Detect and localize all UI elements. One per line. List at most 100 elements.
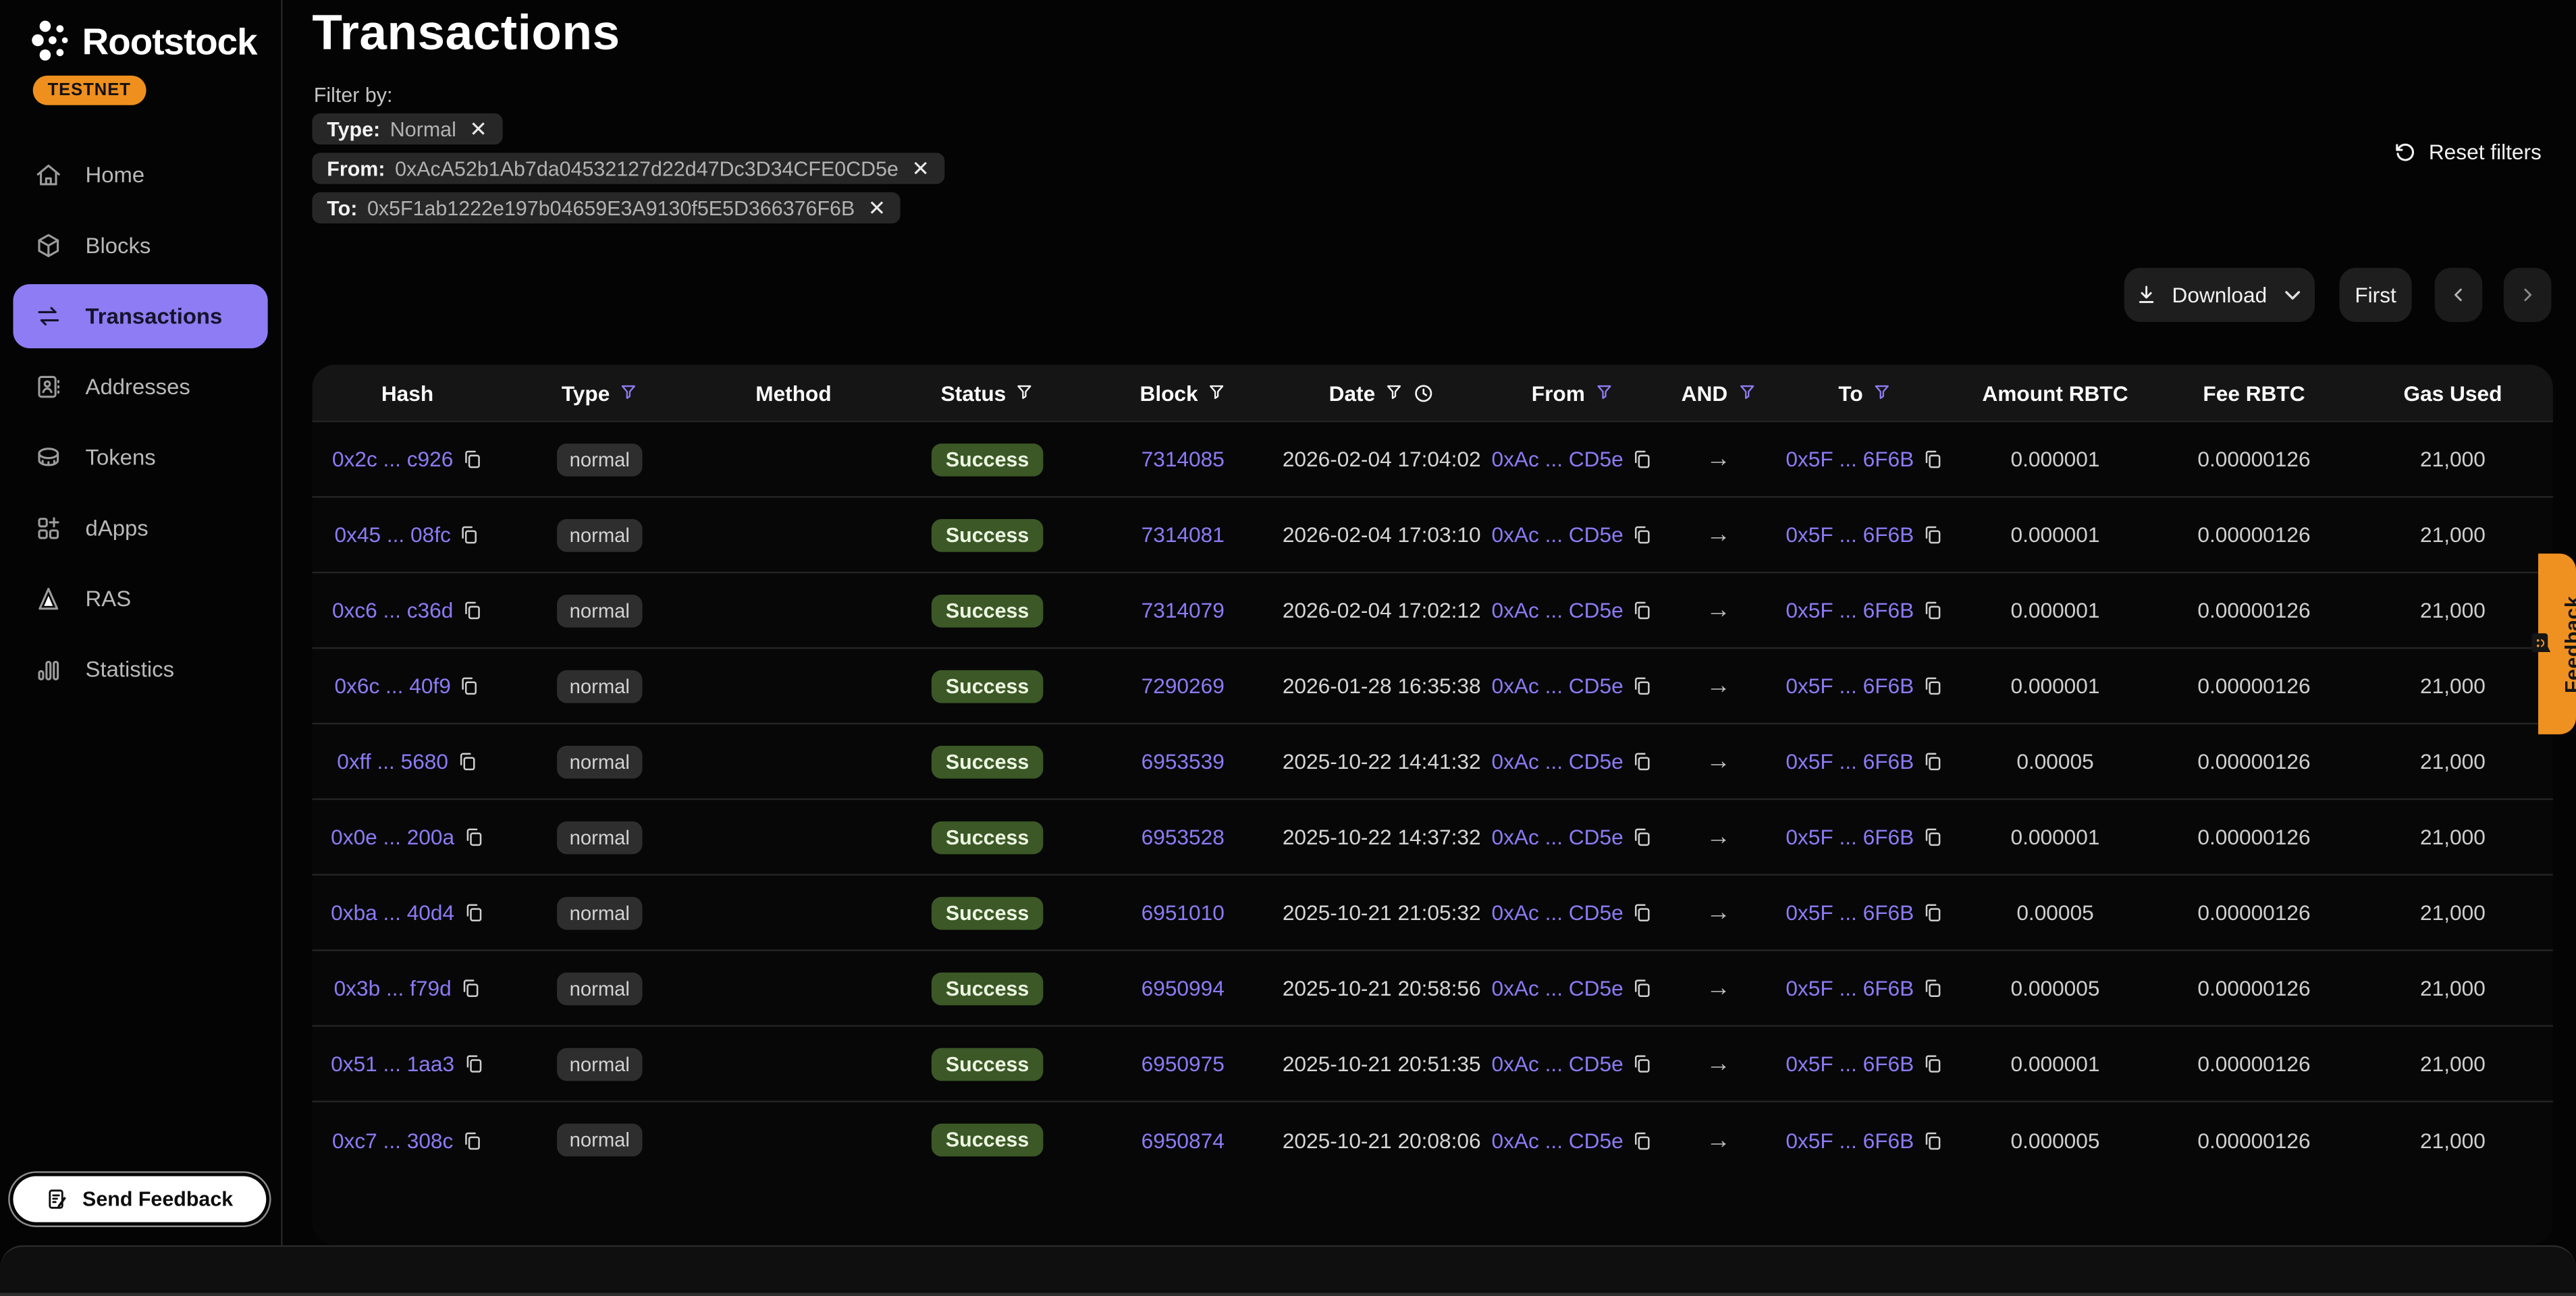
sidebar-item-transactions[interactable]: Transactions [13,284,267,348]
copy-icon[interactable] [1632,1053,1653,1075]
block-link[interactable]: 6950975 [1142,1052,1225,1077]
copy-icon[interactable] [459,675,481,697]
to-link[interactable]: 0x5F ... 6F6B [1786,447,1914,472]
copy-icon[interactable] [1922,448,1943,470]
copy-icon[interactable] [1632,448,1653,470]
sidebar-item-dapps[interactable]: dApps [13,496,267,560]
hash-link[interactable]: 0x6c ... 40f9 [334,674,450,699]
hash-link[interactable]: 0xba ... 40d4 [331,900,454,925]
filter-icon[interactable] [1873,383,1891,402]
to-link[interactable]: 0x5F ... 6F6B [1786,1128,1914,1153]
copy-icon[interactable] [1922,599,1943,621]
copy-icon[interactable] [1922,977,1943,999]
block-link[interactable]: 7314085 [1142,447,1225,472]
remove-filter-icon[interactable]: ✕ [911,158,930,180]
copy-icon[interactable] [456,751,478,772]
sidebar-item-ras[interactable]: RAS [13,567,267,631]
from-link[interactable]: 0xAc ... CD5e [1492,598,1624,623]
copy-icon[interactable] [1632,675,1653,697]
hash-link[interactable]: 0x3b ... f79d [334,976,452,1001]
feedback-tab[interactable]: Feedback [2538,554,2576,734]
to-link[interactable]: 0x5F ... 6F6B [1786,825,1914,850]
sidebar-item-statistics[interactable]: Statistics [13,637,267,701]
from-link[interactable]: 0xAc ... CD5e [1492,900,1624,925]
to-link[interactable]: 0x5F ... 6F6B [1786,749,1914,774]
block-link[interactable]: 6953539 [1142,749,1225,774]
sidebar-item-addresses[interactable]: Addresses [13,355,267,419]
from-link[interactable]: 0xAc ... CD5e [1492,976,1624,1001]
copy-icon[interactable] [1922,524,1943,545]
from-link[interactable]: 0xAc ... CD5e [1492,749,1624,774]
filter-icon[interactable] [1016,383,1034,402]
copy-icon[interactable] [1922,826,1943,848]
previous-page-button[interactable] [2435,268,2483,322]
hash-link[interactable]: 0x2c ... c926 [332,447,453,472]
sidebar-item-blocks[interactable]: Blocks [13,213,267,277]
copy-icon[interactable] [1632,902,1653,923]
block-link[interactable]: 6951010 [1142,900,1225,925]
brand-name: Rootstock [82,20,257,63]
copy-icon[interactable] [462,599,483,621]
copy-icon[interactable] [1632,751,1653,772]
copy-icon[interactable] [462,1129,483,1151]
remove-filter-icon[interactable]: ✕ [868,197,886,219]
from-link[interactable]: 0xAc ... CD5e [1492,447,1624,472]
to-link[interactable]: 0x5F ... 6F6B [1786,522,1914,547]
from-link[interactable]: 0xAc ... CD5e [1492,674,1624,699]
reset-filters-button[interactable]: Reset filters [2384,138,2551,165]
block-link[interactable]: 7290269 [1142,674,1225,699]
send-feedback-button[interactable]: Send Feedback [13,1177,266,1222]
to-link[interactable]: 0x5F ... 6F6B [1786,674,1914,699]
block-link[interactable]: 6953528 [1142,825,1225,850]
next-page-button[interactable] [2504,268,2552,322]
hash-link[interactable]: 0x45 ... 08fc [334,522,450,547]
block-link[interactable]: 7314079 [1142,598,1225,623]
hash-link[interactable]: 0x51 ... 1aa3 [331,1052,454,1077]
fee-cell: 0.00000126 [2155,649,2353,723]
copy-icon[interactable] [462,826,484,848]
fee-cell: 0.00000126 [2155,422,2353,496]
hash-link[interactable]: 0x0e ... 200a [331,825,454,850]
from-link[interactable]: 0xAc ... CD5e [1492,825,1624,850]
copy-icon[interactable] [1922,1053,1943,1075]
block-link[interactable]: 7314081 [1142,522,1225,547]
copy-icon[interactable] [1922,902,1943,923]
filter-icon[interactable] [1594,383,1613,402]
filter-icon[interactable] [1738,383,1756,402]
from-link[interactable]: 0xAc ... CD5e [1492,1128,1624,1153]
hash-link[interactable]: 0xc6 ... c36d [332,598,453,623]
copy-icon[interactable] [460,977,481,999]
to-link[interactable]: 0x5F ... 6F6B [1786,900,1914,925]
filter-icon[interactable] [620,383,638,402]
copy-icon[interactable] [1632,1129,1653,1151]
copy-icon[interactable] [462,1053,484,1075]
filter-icon[interactable] [1385,383,1403,402]
copy-icon[interactable] [462,902,484,923]
download-button[interactable]: Download [2124,268,2315,322]
block-link[interactable]: 6950874 [1142,1128,1225,1153]
copy-icon[interactable] [1632,599,1653,621]
copy-icon[interactable] [1922,1129,1943,1151]
copy-icon[interactable] [1632,524,1653,545]
brand-logo[interactable]: Rootstock [31,20,281,64]
to-link[interactable]: 0x5F ... 6F6B [1786,976,1914,1001]
remove-filter-icon[interactable]: ✕ [469,118,487,140]
sidebar-item-tokens[interactable]: Tokens [13,425,267,489]
copy-icon[interactable] [1922,675,1943,697]
copy-icon[interactable] [1632,826,1653,848]
to-link[interactable]: 0x5F ... 6F6B [1786,1052,1914,1077]
hash-link[interactable]: 0xff ... 5680 [337,749,448,774]
from-link[interactable]: 0xAc ... CD5e [1492,522,1624,547]
sidebar-item-home[interactable]: Home [13,143,267,207]
copy-icon[interactable] [1632,977,1653,999]
copy-icon[interactable] [459,524,481,545]
first-page-button[interactable]: First [2340,268,2412,322]
filter-icon[interactable] [1208,383,1226,402]
clock-icon[interactable] [1413,382,1434,404]
copy-icon[interactable] [1922,751,1943,772]
hash-link[interactable]: 0xc7 ... 308c [332,1128,453,1153]
from-link[interactable]: 0xAc ... CD5e [1492,1052,1624,1077]
block-link[interactable]: 6950994 [1142,976,1225,1001]
copy-icon[interactable] [462,448,483,470]
to-link[interactable]: 0x5F ... 6F6B [1786,598,1914,623]
